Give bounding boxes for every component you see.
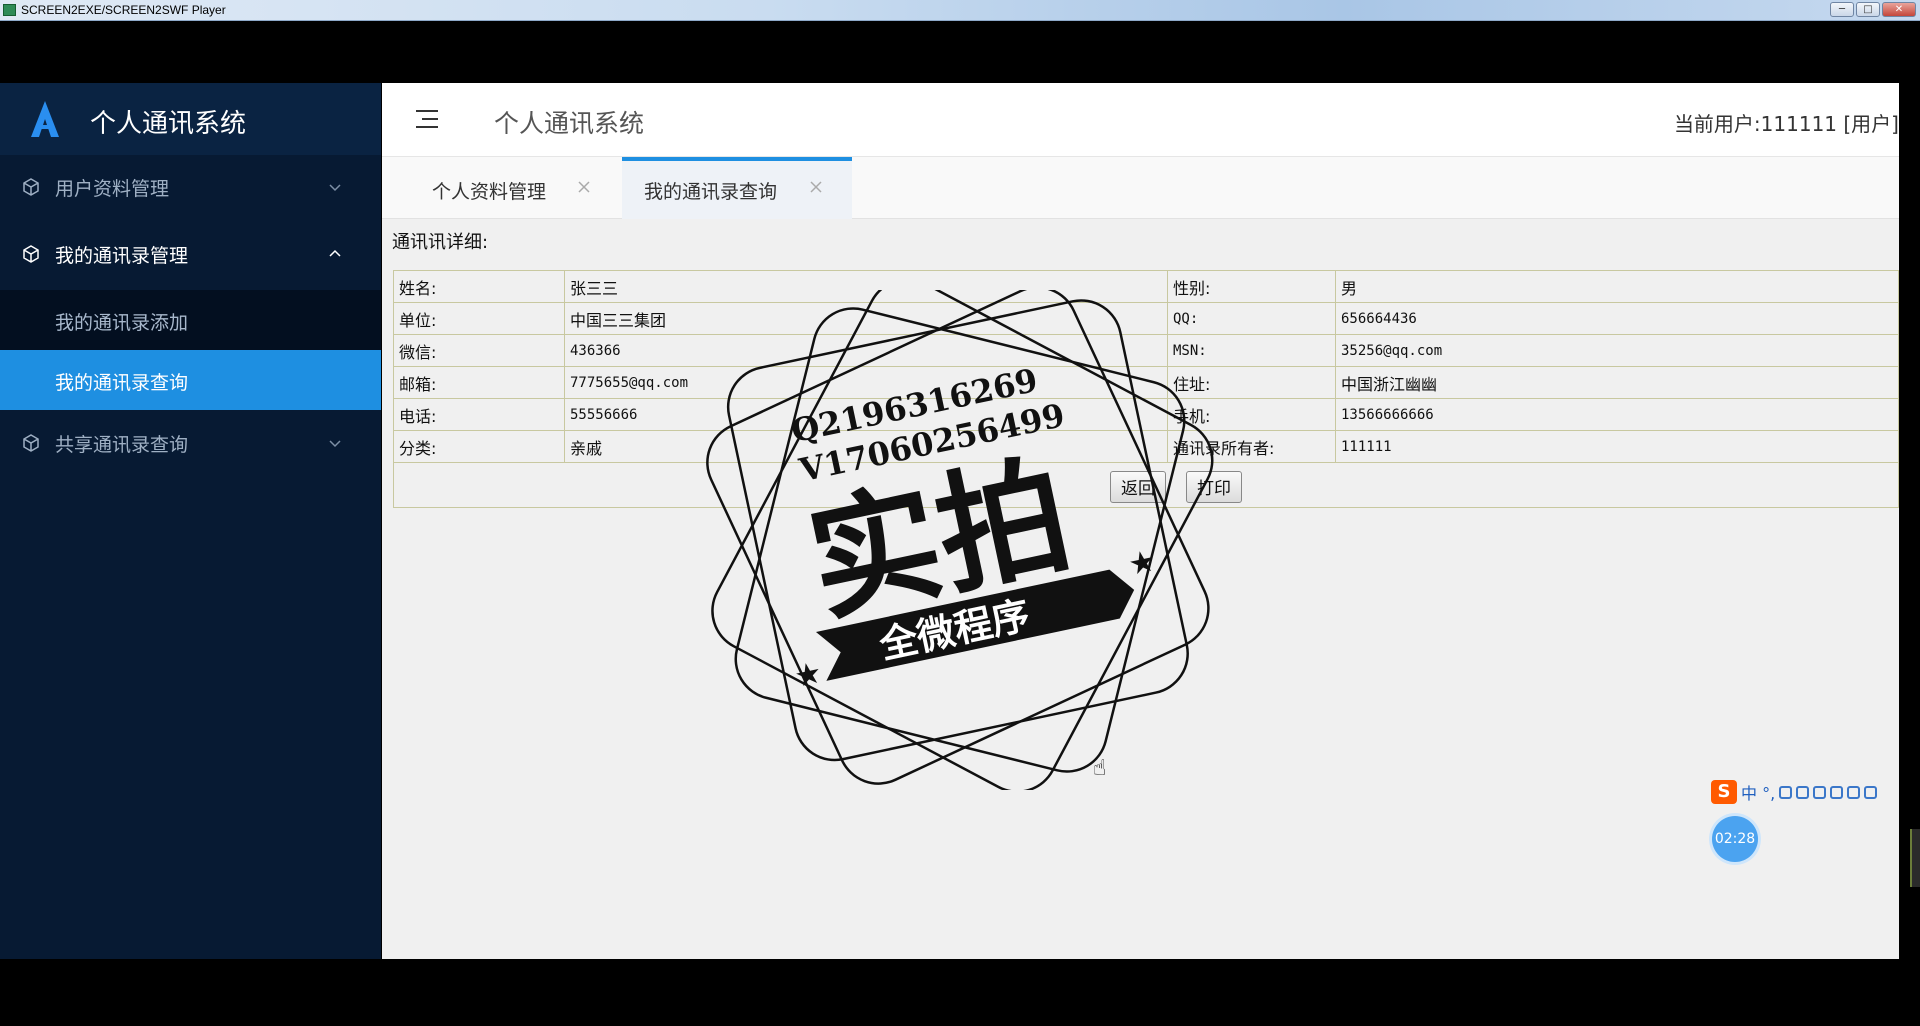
print-button[interactable]: 打印 — [1186, 470, 1242, 503]
table-row: 单位: 中国三三集团 QQ: 656664436 — [393, 302, 1899, 335]
detail-heading: 通讯讯详细: — [392, 232, 489, 253]
sidebar-item-label: 用户资料管理 — [55, 178, 170, 200]
close-icon[interactable] — [808, 179, 824, 195]
field-value: 436366 — [564, 334, 1168, 367]
tab-query-contacts[interactable]: 我的通讯录查询 — [622, 157, 852, 219]
field-value: 35256@qq.com — [1335, 334, 1899, 367]
brand-title: 个人通讯系统 — [90, 109, 247, 139]
table-row: 电话: 55556666 手机: 13566666666 — [393, 398, 1899, 431]
player-title-bar: SCREEN2EXE/SCREEN2SWF Player ─ □ ✕ — [0, 0, 1920, 21]
chevron-up-icon — [329, 249, 341, 257]
detail-table: 姓名: 张三三 性别: 男 单位: 中国三三集团 QQ: 656664436 微… — [393, 270, 1899, 508]
field-value: 656664436 — [1335, 302, 1899, 335]
field-label: 通讯录所有者: — [1167, 430, 1336, 463]
logo-icon — [31, 101, 59, 137]
tab-bar: 个人资料管理 我的通讯录查询 — [382, 157, 1899, 219]
close-icon[interactable] — [576, 179, 592, 195]
tab-label: 我的通讯录查询 — [644, 181, 778, 203]
window-controls: ─ □ ✕ — [1830, 2, 1916, 17]
sidebar-item-user-profile[interactable]: 用户资料管理 — [0, 156, 381, 218]
field-value: 亲戚 — [564, 430, 1168, 463]
field-label: 邮箱: — [393, 366, 565, 399]
recording-timer[interactable]: 02:28 — [1712, 816, 1758, 862]
field-value: 中国浙江幽幽 — [1335, 366, 1899, 399]
player-app-icon — [3, 4, 16, 16]
page-title: 个人通讯系统 — [494, 109, 645, 138]
field-label: 微信: — [393, 334, 565, 367]
side-edge-tab[interactable] — [1910, 829, 1920, 887]
ime-toolbar[interactable]: S 中 °, — [1711, 779, 1920, 805]
cube-icon — [23, 245, 39, 263]
brand-header: 个人通讯系统 — [0, 83, 381, 155]
field-label: 姓名: — [393, 270, 565, 303]
sidebar-item-label: 我的通讯录管理 — [55, 245, 189, 267]
table-row: 姓名: 张三三 性别: 男 — [393, 270, 1899, 303]
detail-content: 通讯讯详细: 姓名: 张三三 性别: 男 单位: 中国三三集团 QQ: 6566… — [382, 219, 1899, 959]
submenu-label: 我的通讯录添加 — [55, 312, 189, 334]
field-value: 13566666666 — [1335, 398, 1899, 431]
button-cell: 返回 打印 — [393, 462, 1899, 508]
field-label: MSN: — [1167, 334, 1336, 367]
user-icon[interactable] — [1830, 785, 1844, 799]
sidebar-item-label: 共享通讯录查询 — [55, 434, 189, 456]
field-value: 男 — [1335, 270, 1899, 303]
sidebar-item-shared-contacts[interactable]: 共享通讯录查询 — [0, 412, 381, 474]
field-value: 55556666 — [564, 398, 1168, 431]
field-label: 住址: — [1167, 366, 1336, 399]
field-label: 单位: — [393, 302, 565, 335]
ime-logo-icon[interactable]: S — [1711, 780, 1737, 804]
microphone-icon[interactable] — [1796, 785, 1810, 799]
field-value: 中国三三集团 — [564, 302, 1168, 335]
keyboard-icon[interactable] — [1813, 785, 1827, 799]
field-label: 手机: — [1167, 398, 1336, 431]
grid-icon[interactable] — [1864, 785, 1878, 799]
field-value: 111111 — [1335, 430, 1899, 463]
close-button[interactable]: ✕ — [1882, 2, 1916, 17]
tab-label: 个人资料管理 — [432, 181, 547, 203]
chevron-down-icon — [329, 440, 341, 448]
menu-toggle-icon[interactable] — [414, 108, 440, 130]
button-group: 返回 打印 — [399, 468, 1893, 503]
chevron-down-icon — [329, 184, 341, 192]
field-value: 7775655@qq.com — [564, 366, 1168, 399]
field-label: QQ: — [1167, 302, 1336, 335]
submenu-query-contact[interactable]: 我的通讯录查询 — [0, 350, 381, 410]
table-row: 邮箱: 7775655@qq.com 住址: 中国浙江幽幽 — [393, 366, 1899, 399]
cube-icon — [23, 434, 39, 452]
skin-icon[interactable] — [1847, 785, 1861, 799]
cube-icon — [23, 178, 39, 196]
main-panel: 个人通讯系统 当前用户:111111 [用户] 个人资料管理 我的通讯录查询 通… — [382, 83, 1899, 959]
tab-profile[interactable]: 个人资料管理 — [382, 157, 622, 219]
ime-mode[interactable]: 中 °, — [1741, 780, 1775, 804]
table-row: 分类: 亲戚 通讯录所有者: 111111 — [393, 430, 1899, 463]
field-label: 分类: — [393, 430, 565, 463]
maximize-button[interactable]: □ — [1856, 2, 1880, 17]
button-row: 返回 打印 — [393, 462, 1899, 508]
top-header: 个人通讯系统 当前用户:111111 [用户] — [382, 83, 1899, 157]
field-label: 电话: — [393, 398, 565, 431]
emoji-icon[interactable] — [1779, 785, 1793, 799]
hand-cursor-icon: ☝ — [1093, 756, 1107, 781]
player-title: SCREEN2EXE/SCREEN2SWF Player — [21, 3, 226, 17]
field-value: 张三三 — [564, 270, 1168, 303]
sidebar: 个人通讯系统 用户资料管理 我的通讯录管理 我的通讯录添加 我的通讯录查询 共享… — [0, 83, 381, 959]
current-user[interactable]: 当前用户:111111 [用户] — [1674, 108, 1899, 137]
submenu-add-contact[interactable]: 我的通讯录添加 — [0, 290, 381, 350]
table-row: 微信: 436366 MSN: 35256@qq.com — [393, 334, 1899, 367]
screen: SCREEN2EXE/SCREEN2SWF Player ─ □ ✕ 个人通讯系… — [0, 0, 1920, 1026]
field-label: 性别: — [1167, 270, 1336, 303]
back-button[interactable]: 返回 — [1110, 470, 1166, 503]
minimize-button[interactable]: ─ — [1830, 2, 1854, 17]
sidebar-item-my-contacts[interactable]: 我的通讯录管理 — [0, 223, 381, 285]
submenu-label: 我的通讯录查询 — [55, 372, 189, 394]
